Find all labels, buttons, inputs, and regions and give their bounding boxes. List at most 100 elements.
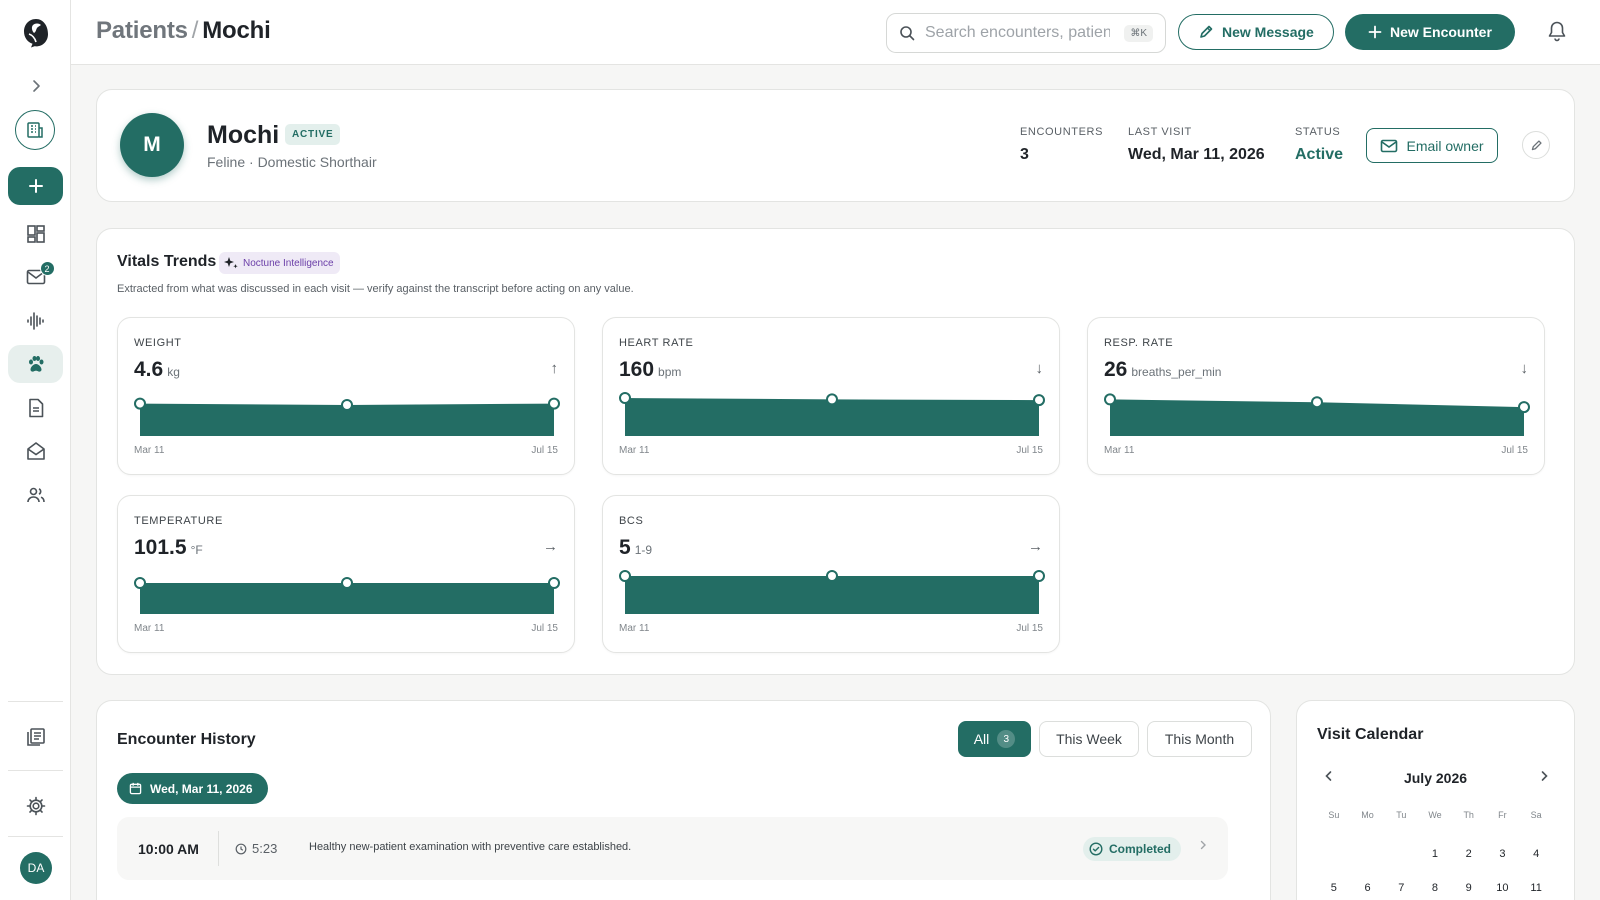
- sparkline-point[interactable]: [1104, 393, 1116, 406]
- search-shortcut-hint: ⌘K: [1124, 24, 1153, 42]
- encounter-time: 10:00 AM: [138, 841, 199, 857]
- filter-label: All: [973, 731, 990, 747]
- encounter-row[interactable]: 10:00 AM 5:23 Healthy new-patient examin…: [117, 817, 1228, 880]
- vital-card-temperature[interactable]: TEMPERATURE 101.5 °F → Mar 11 Jul 15: [117, 495, 575, 653]
- vital-end-date: Jul 15: [1501, 445, 1528, 456]
- calendar-day[interactable]: 11: [1519, 871, 1553, 900]
- sparkline-point[interactable]: [826, 393, 838, 406]
- vital-card-bcs[interactable]: BCS 5 1-9 → Mar 11 Jul 15: [602, 495, 1060, 653]
- vital-end-date: Jul 15: [1016, 445, 1043, 456]
- sparkline-point[interactable]: [341, 399, 353, 411]
- sidebar-item-documents[interactable]: [8, 389, 63, 427]
- sidebar-divider: [8, 836, 63, 837]
- sparkline-point[interactable]: [341, 577, 353, 589]
- encounter-history-card: Encounter History All 3 This Week This M…: [96, 700, 1271, 900]
- vital-value: 160 bpm: [619, 358, 682, 381]
- waveform-icon: [26, 312, 44, 330]
- sidebar-item-settings[interactable]: [8, 787, 63, 825]
- ai-badge-label: Noctune Intelligence: [243, 257, 334, 269]
- next-month-button[interactable]: [1537, 769, 1551, 783]
- encounter-description: Healthy new-patient examination with pre…: [309, 841, 632, 853]
- calendar-weekday: We: [1428, 810, 1442, 820]
- sidebar-item-messages[interactable]: [8, 432, 63, 470]
- sidebar-item-changelog[interactable]: [8, 718, 63, 756]
- breadcrumb-patients-link[interactable]: Patients: [96, 17, 188, 44]
- calendar-day[interactable]: 7: [1384, 871, 1418, 900]
- edit-patient-button[interactable]: [1522, 131, 1550, 159]
- sparkline-point[interactable]: [619, 570, 631, 582]
- vital-start-date: Mar 11: [619, 623, 650, 634]
- plus-icon: [1368, 25, 1382, 39]
- sparkline-point[interactable]: [619, 392, 631, 404]
- notifications-bell-icon[interactable]: [1547, 20, 1567, 42]
- chevron-right-icon: [1541, 771, 1548, 781]
- heart-rate-sparkline: [619, 392, 1045, 436]
- weight-sparkline: [134, 397, 560, 436]
- document-icon: [28, 398, 43, 418]
- user-avatar[interactable]: DA: [20, 852, 52, 884]
- chevron-right-icon[interactable]: [1197, 839, 1209, 851]
- sparkline-point[interactable]: [548, 397, 560, 410]
- sparkline-point[interactable]: [134, 577, 146, 589]
- sparkline-point[interactable]: [1033, 394, 1045, 407]
- users-icon: [26, 487, 45, 503]
- sparkline-point[interactable]: [1518, 401, 1530, 414]
- sidebar-item-team[interactable]: [8, 476, 63, 514]
- app-logo-icon[interactable]: [17, 14, 55, 52]
- sidebar-item-recordings[interactable]: [8, 302, 63, 340]
- sparkline-point[interactable]: [134, 397, 146, 410]
- vital-value: 5 1-9: [619, 536, 653, 559]
- vitals-title: Vitals Trends: [117, 253, 217, 270]
- top-bar: Patients/Mochi ⌘K New Message New Encoun…: [71, 0, 1600, 65]
- new-message-button[interactable]: New Message: [1178, 14, 1334, 50]
- vital-card-resp-rate[interactable]: RESP. RATE 26 breaths_per_min ↓ Mar 11 Ju…: [1087, 317, 1545, 475]
- calendar-weekday: Fr: [1498, 810, 1507, 820]
- trend-flat-icon: →: [543, 538, 558, 555]
- sparkline-point[interactable]: [826, 570, 838, 582]
- bcs-sparkline: [619, 570, 1045, 614]
- filter-all-button[interactable]: All 3: [958, 721, 1031, 757]
- vital-card-weight[interactable]: WEIGHT 4.6 kg ↑ Mar 11 Jul 15: [117, 317, 575, 475]
- calendar-day[interactable]: 8: [1418, 871, 1452, 900]
- sidebar-item-patients[interactable]: [8, 345, 63, 383]
- new-encounter-label: New Encounter: [1390, 24, 1492, 40]
- sparkline-point[interactable]: [1033, 570, 1045, 582]
- vital-end-date: Jul 15: [531, 445, 558, 456]
- expand-sidebar-icon[interactable]: [24, 74, 48, 98]
- filter-this-month-button[interactable]: This Month: [1147, 721, 1252, 757]
- vital-card-heart-rate[interactable]: HEART RATE 160 bpm ↓ Mar 11 Jul 15: [602, 317, 1060, 475]
- email-owner-button[interactable]: Email owner: [1366, 128, 1498, 163]
- vital-start-date: Mar 11: [134, 445, 165, 456]
- sidebar-divider: [8, 701, 63, 702]
- encounter-date-label: Wed, Mar 11, 2026: [150, 781, 253, 796]
- clinic-switcher-icon[interactable]: [15, 110, 55, 150]
- search-box[interactable]: ⌘K: [886, 13, 1166, 53]
- sparkline-point[interactable]: [1311, 396, 1323, 409]
- sidebar: 2 DA: [0, 0, 71, 900]
- create-new-button[interactable]: [8, 167, 63, 205]
- encounters-stat-value: 3: [1020, 146, 1029, 163]
- sidebar-item-dashboard[interactable]: [8, 215, 63, 253]
- calendar-day[interactable]: 1: [1418, 837, 1452, 871]
- open-mail-icon: [26, 442, 45, 460]
- vital-start-date: Mar 11: [619, 445, 650, 456]
- calendar-day[interactable]: 5: [1317, 871, 1351, 900]
- sidebar-item-inbox[interactable]: 2: [8, 258, 63, 296]
- calendar-month-label: July 2026: [1403, 770, 1468, 786]
- calendar-day[interactable]: 3: [1486, 837, 1520, 871]
- calendar-day[interactable]: 9: [1452, 871, 1486, 900]
- sparkle-icon: [224, 257, 238, 269]
- calendar-day[interactable]: 2: [1452, 837, 1486, 871]
- previous-month-button[interactable]: [1322, 769, 1336, 783]
- calendar-day[interactable]: 10: [1486, 871, 1520, 900]
- calendar-day[interactable]: 6: [1351, 871, 1385, 900]
- search-input[interactable]: [925, 24, 1110, 42]
- visit-calendar-card: Visit Calendar July 2026 Su Mo Tu We Th Fr Sa 1…: [1296, 700, 1575, 900]
- filter-this-week-button[interactable]: This Week: [1039, 721, 1139, 757]
- calendar-day[interactable]: 4: [1519, 837, 1553, 871]
- mail-icon: [1381, 139, 1398, 152]
- calendar-weekday: Tu: [1396, 810, 1407, 820]
- breadcrumb: Patients / Mochi: [96, 17, 271, 45]
- sparkline-point[interactable]: [548, 577, 560, 589]
- new-encounter-button[interactable]: New Encounter: [1345, 14, 1515, 50]
